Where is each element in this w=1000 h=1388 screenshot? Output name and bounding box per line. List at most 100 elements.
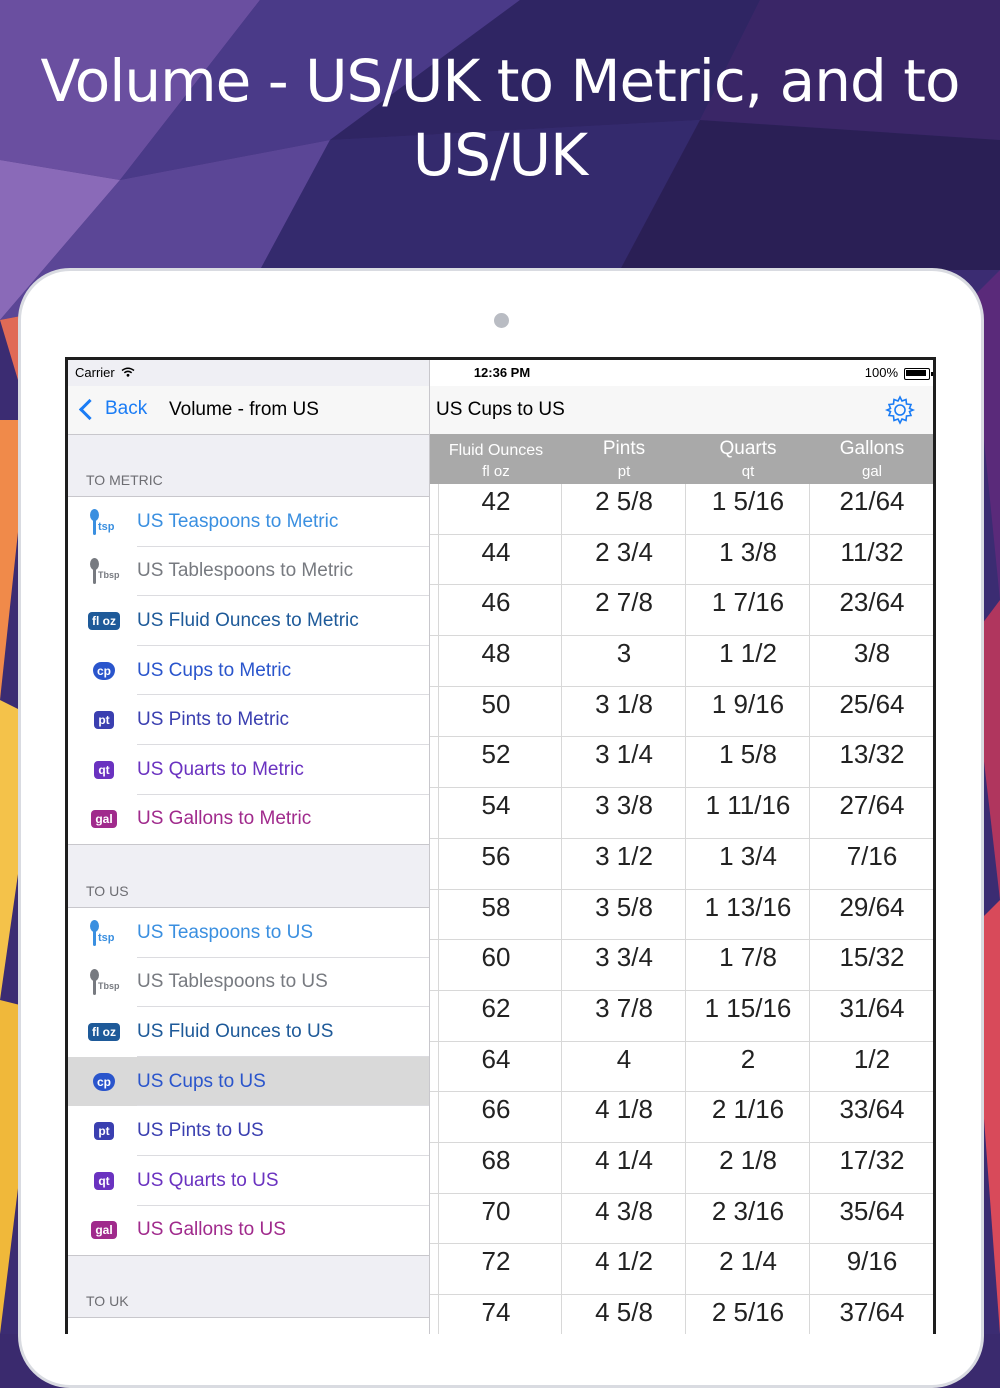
table-cell: 48: [481, 638, 511, 669]
table-cell: 1 5/8: [719, 739, 777, 770]
table-cell: 2 1/16: [711, 1094, 785, 1125]
list-item[interactable]: Tbsp US Tablespoons to Metric: [68, 547, 430, 597]
headline-line-2: US/UK: [412, 121, 588, 189]
icon-badge-text: fl oz: [88, 1022, 120, 1041]
table-cell: 2 5/16: [711, 1297, 785, 1327]
table-row: 72 4 1/2 2 1/4 9/16: [430, 1244, 933, 1295]
icon-badge-text: cp: [92, 661, 115, 680]
table-cell: 3/8: [853, 638, 891, 669]
table-cell: 2 7/8: [595, 587, 653, 618]
table-cell: 56: [481, 840, 511, 871]
list-item[interactable]: Tbsp US Tablespoons to US: [68, 958, 430, 1008]
list-item[interactable]: cp US Cups to Metric: [68, 646, 430, 696]
quart-icon: qt: [88, 756, 120, 784]
table-row: 42 2 5/8 1 5/16 21/64: [430, 484, 933, 535]
table-cell: 1 5/16: [711, 486, 785, 516]
headline-line-1: Volume - US/UK to Metric, and to: [40, 47, 961, 115]
table-cell: 35/64: [839, 1195, 905, 1226]
tablet-screen: Back Volume - from US TO METRIC tsp US Te…: [65, 357, 936, 1334]
chevron-left-icon: [78, 398, 101, 420]
table-cell: 15/32: [839, 942, 905, 973]
table-cell: 11/32: [840, 536, 904, 567]
table-cell: 74: [481, 1297, 511, 1327]
table-cell: 2 3/4: [595, 536, 653, 567]
table-row: 64 4 2 1/2: [430, 1042, 933, 1093]
table-cell: 58: [481, 891, 511, 922]
table-cell: 3 7/8: [595, 992, 653, 1023]
status-time: 12:36 PM: [473, 365, 531, 380]
gallon-icon: gal: [88, 1216, 120, 1244]
list-item[interactable]: cp US Cups to US: [68, 1056, 430, 1107]
list-to-us: tsp US Teaspoons to US Tbsp US Tablespoons …: [68, 907, 430, 1257]
pint-icon: pt: [88, 706, 120, 734]
master-title: Volume - from US: [169, 399, 319, 420]
list-item[interactable]: gal US Gallons to Metric: [68, 795, 430, 845]
detail-title: US Cups to US: [436, 399, 565, 420]
list-item[interactable]: qt US Quarts to US: [68, 1156, 430, 1206]
table-cell: 3 3/4: [595, 942, 653, 973]
list-item[interactable]: pt US Pints to US: [68, 1106, 430, 1156]
table-cell: 17/32: [839, 1144, 905, 1175]
list-item[interactable]: tsp US Teaspoons to Metric: [68, 497, 430, 547]
list-item-label: US Gallons to Metric: [137, 808, 312, 830]
list-item[interactable]: gal US Gallons to US: [68, 1206, 430, 1256]
fluid-ounce-icon: fl oz: [88, 607, 120, 635]
detail-pane: US Cups to US Fluid Ounces fl oz Pints p…: [430, 360, 933, 1334]
list-item-label: US Quarts to US: [137, 1169, 279, 1191]
table-cell: 64: [481, 1043, 511, 1074]
list-item-label: US Tablespoons to Metric: [137, 560, 354, 582]
table-cell: 1 7/16: [711, 587, 785, 618]
icon-badge-text: qt: [94, 1171, 114, 1190]
teaspoon-icon: tsp: [88, 919, 120, 947]
table-cell: 50: [481, 688, 511, 719]
icon-badge-text: tsp: [98, 520, 115, 533]
icon-badge-text: tsp: [98, 931, 115, 944]
cup-icon: cp: [88, 657, 120, 685]
table-cell: 42: [481, 486, 511, 516]
icon-badge-text: qt: [94, 760, 114, 779]
table-cell: 29/64: [839, 891, 905, 922]
table-row: 48 3 1 1/2 3/8: [430, 636, 933, 687]
fluid-ounce-icon: fl oz: [88, 1018, 120, 1046]
table-row: 62 3 7/8 1 15/16 31/64: [430, 991, 933, 1042]
table-cell: 7/16: [846, 840, 898, 871]
section-header-to-metric: TO METRIC: [86, 472, 163, 488]
table-row: 56 3 1/2 1 3/4 7/16: [430, 839, 933, 890]
quart-icon: qt: [88, 1167, 120, 1195]
table-cell: 1/2: [853, 1043, 891, 1074]
table-cell: 46: [481, 587, 511, 618]
table-cell: 27/64: [839, 790, 905, 821]
list-item-label: US Teaspoons to Metric: [137, 510, 339, 532]
list-item-label: US Quarts to Metric: [137, 758, 304, 780]
list-item-label: US Gallons to US: [137, 1219, 286, 1241]
list-item[interactable]: pt US Pints to Metric: [68, 695, 430, 745]
table-cell: 66: [481, 1094, 511, 1125]
list-item[interactable]: fl oz US Fluid Ounces to US: [68, 1007, 430, 1057]
list-item-label: US Tablespoons to US: [137, 971, 328, 993]
table-row: 52 3 1/4 1 5/8 13/32: [430, 737, 933, 789]
icon-badge-text: fl oz: [88, 611, 120, 630]
table-row: 44 2 3/4 1 3/8 11/32: [430, 535, 933, 586]
table-cell: 33/64: [839, 1094, 905, 1125]
list-item-label: US Fluid Ounces to Metric: [137, 609, 359, 631]
table-cell: 1 11/16: [705, 790, 791, 821]
list-item[interactable]: fl oz US Fluid Ounces to Metric: [68, 596, 430, 646]
table-cell: 68: [481, 1144, 511, 1175]
table-cell: 3 1/2: [595, 840, 653, 871]
list-item-label: US Teaspoons to US: [137, 921, 314, 943]
battery-icon: [904, 368, 933, 380]
list-item[interactable]: qt US Quarts to Metric: [68, 745, 430, 795]
table-row: 50 3 1/8 1 9/16 25/64: [430, 687, 933, 738]
list-item[interactable]: tsp US Teaspoons to US: [68, 908, 430, 958]
list-item-label: US Fluid Ounces to US: [137, 1020, 334, 1042]
table-cell: 4 1/4: [595, 1144, 653, 1175]
master-pane: Back Volume - from US TO METRIC tsp US Te…: [68, 360, 430, 1334]
gear-icon[interactable]: [884, 394, 916, 426]
battery-percentage: 100%: [864, 365, 898, 380]
back-button[interactable]: Back: [76, 398, 147, 420]
table-row: 60 3 3/4 1 7/8 15/32: [430, 940, 933, 991]
headline: Volume - US/UK to Metric, and to US/UK: [0, 44, 1000, 192]
gallon-icon: gal: [88, 805, 120, 833]
table-cell: 2 1/8: [719, 1144, 777, 1175]
table-cell: 4: [616, 1043, 632, 1074]
